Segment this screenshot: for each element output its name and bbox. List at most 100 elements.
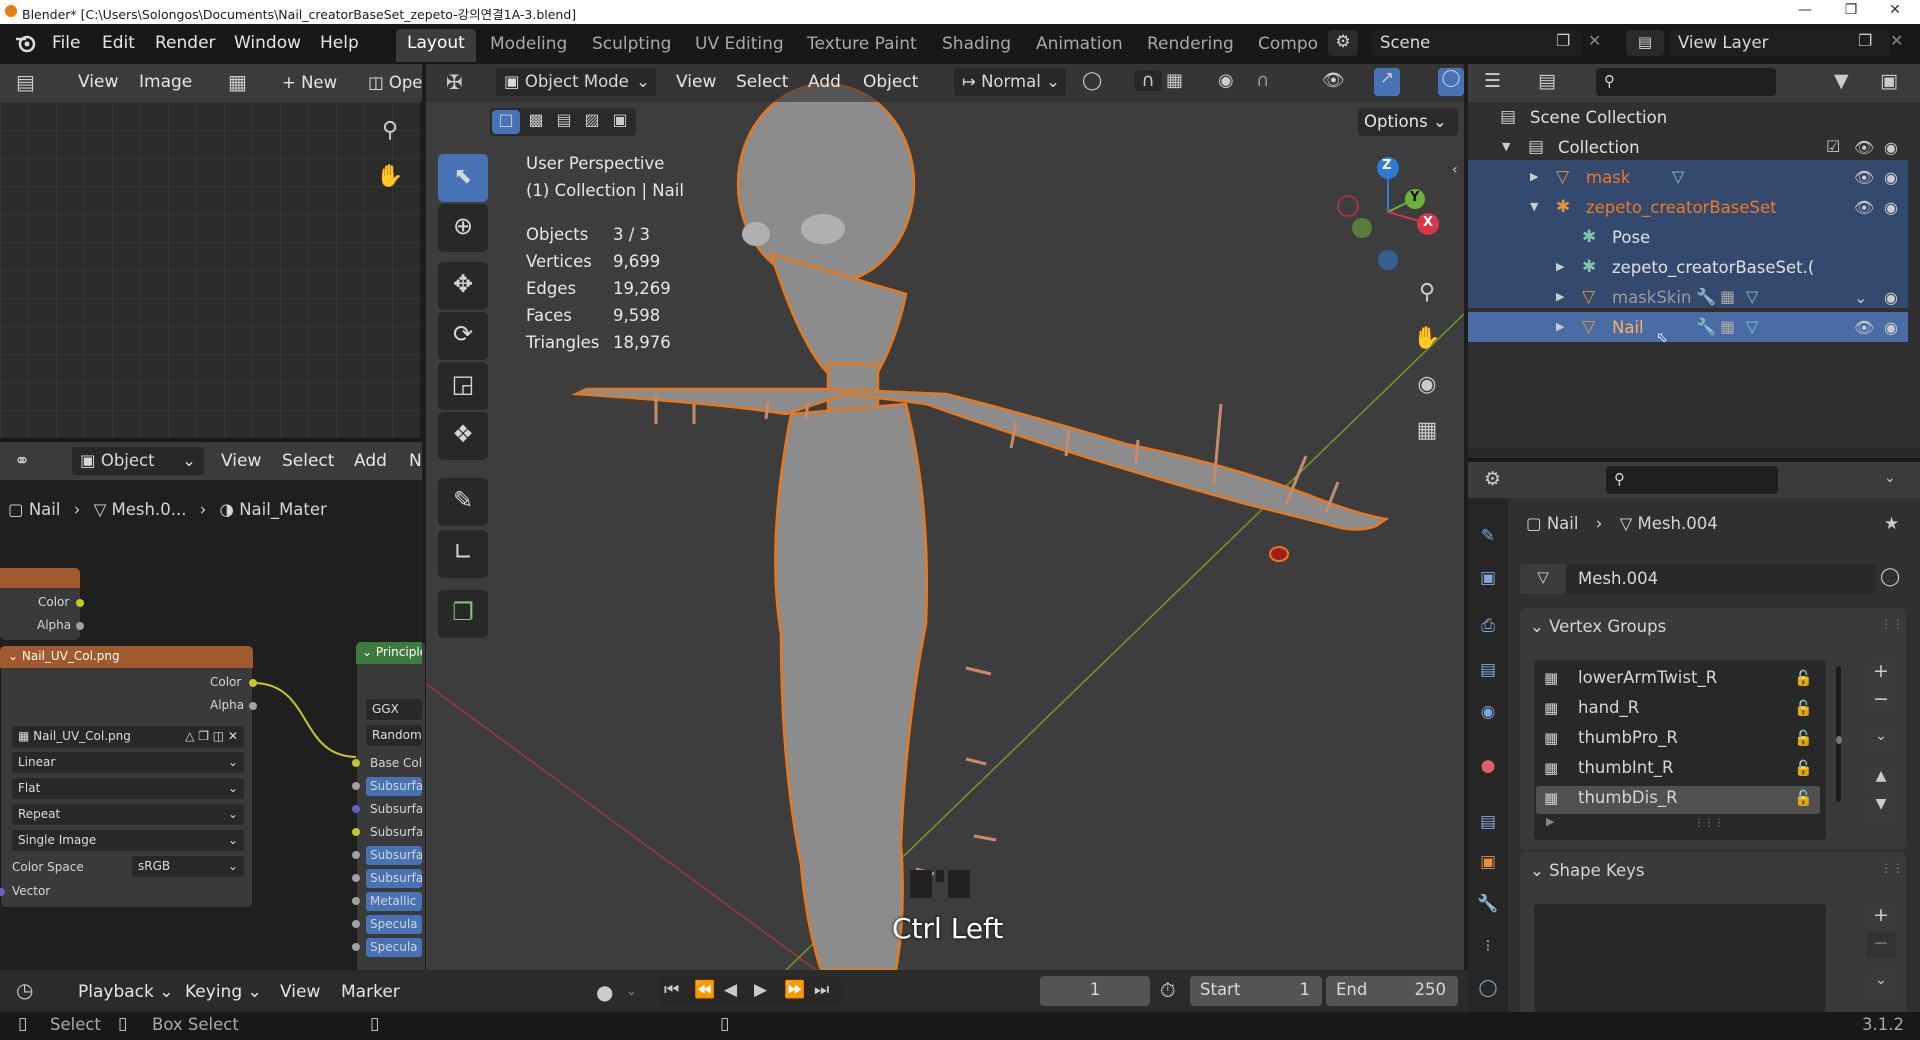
principled-input[interactable]: Subsurfac bbox=[366, 823, 422, 842]
color-space-dropdown[interactable]: sRGB ⌄ bbox=[132, 856, 244, 877]
render-camera-icon[interactable]: ◉ bbox=[1884, 168, 1898, 187]
options-dropdown[interactable]: Options ⌄ bbox=[1358, 108, 1458, 136]
viewport-select-menu[interactable]: Select bbox=[736, 72, 788, 92]
play-reverse-icon[interactable]: ◀ bbox=[724, 980, 737, 1000]
expand-arrow-icon[interactable]: ▶ bbox=[1556, 260, 1564, 273]
snap-icon[interactable]: ∩ bbox=[1134, 70, 1162, 91]
blender-menu-icon[interactable] bbox=[14, 32, 38, 54]
scene-icon[interactable]: ◉ bbox=[1474, 702, 1502, 722]
image-browse-icon[interactable]: ▦ bbox=[228, 70, 247, 94]
principled-input[interactable]: Metallic bbox=[366, 892, 422, 911]
principled-input-socket[interactable] bbox=[352, 897, 360, 905]
exclude-checkbox[interactable]: ☑ bbox=[1826, 137, 1840, 156]
expand-arrow-icon[interactable]: ▼ bbox=[1502, 140, 1510, 153]
remove-shape-key-button[interactable]: − bbox=[1866, 932, 1896, 958]
scrollbar-thumb[interactable] bbox=[1836, 736, 1842, 744]
menu-edit[interactable]: Edit bbox=[102, 33, 135, 53]
image-editor-canvas[interactable] bbox=[0, 102, 420, 438]
projection-dropdown[interactable]: Flat ⌄ bbox=[12, 778, 244, 799]
outliner-row[interactable] bbox=[1468, 224, 1908, 254]
move-down-button[interactable]: ▼ bbox=[1866, 796, 1896, 822]
expand-arrow-icon[interactable]: ▼ bbox=[1530, 200, 1538, 213]
world-icon[interactable]: ● bbox=[1474, 756, 1502, 776]
marker-menu[interactable]: Marker bbox=[341, 982, 400, 1002]
object-mode-dropdown[interactable]: ▣ Object Mode ⌄ bbox=[496, 68, 656, 96]
move-tool[interactable]: ✥ bbox=[438, 262, 488, 310]
mesh-browse-icon[interactable]: ▽ bbox=[1520, 564, 1566, 594]
rotate-tool[interactable]: ⟳ bbox=[438, 312, 488, 360]
viewport-view-menu[interactable]: View bbox=[676, 72, 716, 92]
extension-dropdown[interactable]: Repeat ⌄ bbox=[12, 804, 244, 825]
particles-icon[interactable]: ⁝ bbox=[1474, 936, 1502, 956]
object-icon[interactable]: ▣ bbox=[1474, 852, 1502, 872]
properties-search-input[interactable]: ⚲ bbox=[1606, 466, 1778, 494]
measure-tool[interactable]: ∟ bbox=[438, 530, 488, 578]
list-resize-handle-icon[interactable]: ⋮⋮⋮ bbox=[1694, 818, 1724, 829]
outliner-row[interactable] bbox=[1468, 314, 1908, 344]
camera-view-icon[interactable]: ◉ bbox=[1409, 372, 1445, 408]
annotate-tool[interactable]: ✎ bbox=[438, 478, 488, 526]
tab-shading[interactable]: Shading bbox=[942, 34, 1011, 54]
add-vertex-group-button[interactable]: + bbox=[1866, 660, 1896, 686]
transform-orientation-dropdown[interactable]: ↦ Normal ⌄ bbox=[954, 68, 1066, 96]
viewport-zoom-icon[interactable]: ⚲ bbox=[1409, 280, 1445, 316]
vertex-group-name[interactable]: thumbPro_R bbox=[1578, 728, 1678, 747]
principled-input[interactable]: Base Colo bbox=[366, 754, 422, 773]
node-add-menu[interactable]: Add bbox=[354, 451, 387, 471]
alpha-socket[interactable] bbox=[76, 622, 84, 630]
menu-file[interactable]: File bbox=[52, 33, 80, 53]
overlay-toggle-icon[interactable]: ◯ bbox=[1438, 68, 1464, 96]
tab-sculpting[interactable]: Sculpting bbox=[592, 34, 671, 54]
view-layer-icon[interactable]: ▤ bbox=[1474, 660, 1502, 680]
remove-vertex-group-button[interactable]: − bbox=[1866, 688, 1896, 714]
cursor-tool[interactable]: ⊕ bbox=[438, 204, 488, 252]
timeline-view-menu[interactable]: View bbox=[280, 982, 320, 1002]
pivot-point-icon[interactable]: ◯ bbox=[1082, 70, 1102, 91]
visibility-icon[interactable]: 👁 bbox=[1322, 70, 1345, 91]
gizmo-toggle-icon[interactable]: ↗ bbox=[1374, 68, 1400, 96]
principled-node-header[interactable]: ⌄ Principle bbox=[356, 642, 422, 664]
transform-tool[interactable]: ❖ bbox=[438, 412, 488, 460]
principled-input[interactable]: Subsurfa bbox=[366, 846, 422, 865]
proportional-edit-icon[interactable]: ◉ bbox=[1218, 70, 1234, 91]
new-image-button[interactable]: + New bbox=[276, 69, 358, 97]
prev-keyframe-icon[interactable]: ⏪ bbox=[694, 980, 715, 1000]
start-frame-field[interactable]: Start 1 bbox=[1190, 976, 1322, 1006]
move-up-button[interactable]: ▲ bbox=[1866, 768, 1896, 794]
visibility-eye-icon[interactable]: ⌄ bbox=[1854, 288, 1867, 307]
maximize-button[interactable]: ❐ bbox=[1836, 2, 1866, 18]
tool-icon[interactable]: ✎ bbox=[1474, 526, 1502, 546]
menu-render[interactable]: Render bbox=[155, 33, 216, 53]
render-camera-icon[interactable]: ◉ bbox=[1884, 198, 1898, 217]
zoom-icon[interactable]: ⚲ bbox=[372, 118, 408, 154]
close-window-button[interactable]: ✕ bbox=[1880, 2, 1910, 18]
distribution-dropdown[interactable]: GGX bbox=[366, 699, 422, 720]
principled-input-socket[interactable] bbox=[352, 759, 360, 767]
drag-handle-icon[interactable]: ⋮⋮ bbox=[1880, 861, 1904, 875]
tab-animation[interactable]: Animation bbox=[1036, 34, 1123, 54]
vertex-group-name[interactable]: thumbInt_R bbox=[1578, 758, 1673, 777]
playback-menu[interactable]: Playback ⌄ bbox=[78, 982, 174, 1002]
outliner-type-icon[interactable]: ☰ bbox=[1484, 70, 1501, 92]
vertex-group-name[interactable]: lowerArmTwist_R bbox=[1578, 668, 1717, 687]
end-frame-field[interactable]: End 250 bbox=[1326, 976, 1458, 1006]
image-editor-view-menu[interactable]: View bbox=[78, 72, 118, 92]
node-select-menu[interactable]: Select bbox=[282, 451, 334, 471]
vertex-group-name[interactable]: thumbDis_R bbox=[1578, 788, 1678, 807]
image-node-header[interactable]: ⌄ Nail_UV_Col.png bbox=[0, 646, 253, 668]
render-camera-icon[interactable]: ◉ bbox=[1884, 288, 1898, 307]
principled-input[interactable]: Subsurfa bbox=[366, 800, 422, 819]
select-box-tool[interactable]: ⬉ bbox=[438, 154, 488, 202]
collection-icon[interactable]: ▤ bbox=[1474, 812, 1502, 832]
principled-input[interactable]: Subsurfa bbox=[366, 777, 422, 796]
auto-key-record-icon[interactable]: ● bbox=[596, 980, 613, 1004]
tab-compositing[interactable]: Compo bbox=[1258, 34, 1318, 54]
source-dropdown[interactable]: Single Image ⌄ bbox=[12, 830, 244, 851]
viewport-object-menu[interactable]: Object bbox=[863, 72, 918, 92]
tab-texture-paint[interactable]: Texture Paint bbox=[807, 34, 917, 54]
principled-input-socket[interactable] bbox=[352, 782, 360, 790]
lock-icon[interactable]: 🔓 bbox=[1794, 669, 1813, 687]
node-view-menu[interactable]: View bbox=[221, 451, 261, 471]
principled-input-socket[interactable] bbox=[352, 851, 360, 859]
jump-end-icon[interactable]: ⏭ bbox=[814, 980, 829, 1000]
